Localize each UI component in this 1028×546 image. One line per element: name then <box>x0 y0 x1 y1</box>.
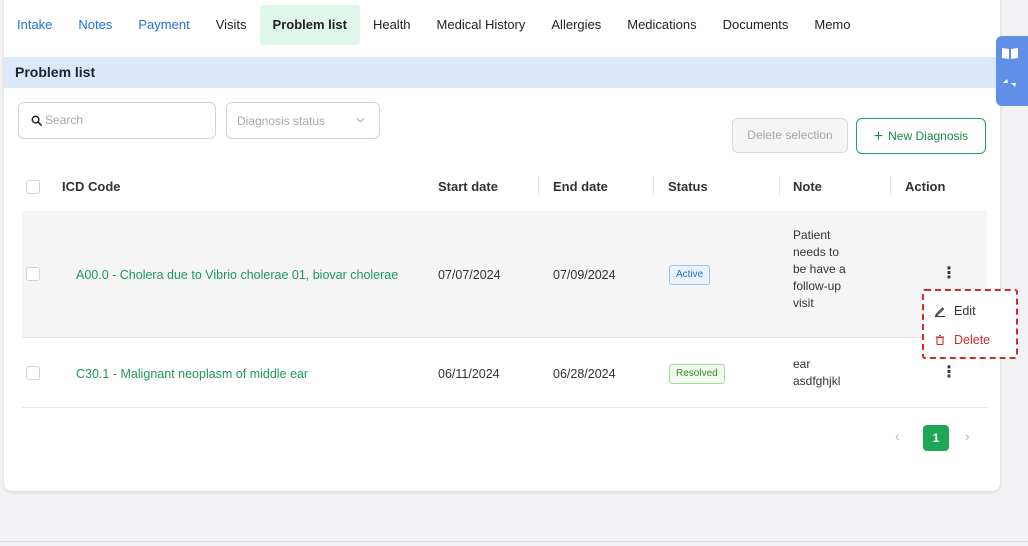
tab-medical-history[interactable]: Medical History <box>424 5 539 45</box>
next-page-button[interactable]: › <box>965 428 970 444</box>
tab-problem-list[interactable]: Problem list <box>259 5 360 45</box>
end-date: 07/09/2024 <box>553 268 616 282</box>
note-line: asdfghjkl <box>793 374 841 388</box>
header-divider <box>890 176 891 196</box>
diagnosis-status-placeholder: Diagnosis status <box>237 114 326 128</box>
note-line: ear <box>793 357 811 371</box>
status-badge: Resolved <box>669 364 725 384</box>
diagnosis-status-select[interactable]: Diagnosis status <box>226 102 380 139</box>
delete-label: Delete <box>954 333 991 347</box>
search-icon <box>31 115 42 126</box>
icd-code-link[interactable]: C30.1 - Malignant neoplasm of middle ear <box>76 367 308 381</box>
tab-notes[interactable]: Notes <box>65 5 125 45</box>
header-start-date: Start date <box>438 179 498 194</box>
book-icon <box>1002 48 1018 59</box>
prev-page-button[interactable]: ‹ <box>895 428 900 444</box>
header-action: Action <box>905 179 946 194</box>
pencil-icon <box>935 307 945 317</box>
note-text: ear asdfghjkl <box>793 356 873 390</box>
row-checkbox[interactable] <box>26 267 40 281</box>
new-diagnosis-button[interactable]: + New Diagnosis <box>856 118 986 154</box>
status-badge: Active <box>669 265 711 285</box>
row-divider <box>22 407 987 408</box>
tab-memo[interactable]: Memo <box>801 5 863 45</box>
header-divider <box>538 176 539 196</box>
header-status: Status <box>668 179 708 194</box>
row-action-menu: Edit Delete <box>922 289 1018 359</box>
end-date: 06/28/2024 <box>553 367 616 381</box>
header-divider <box>779 176 780 196</box>
more-actions-icon[interactable]: ⋮ <box>941 365 957 381</box>
tab-intake[interactable]: Intake <box>4 5 65 45</box>
edit-label: Edit <box>954 304 976 318</box>
tab-payment[interactable]: Payment <box>125 5 202 45</box>
header-icd-code: ICD Code <box>62 179 121 194</box>
note-line: follow-up <box>793 279 842 293</box>
header-divider <box>653 176 654 196</box>
note-line: visit <box>793 296 814 310</box>
trash-icon <box>936 334 944 346</box>
section-title: Problem list <box>4 57 1000 88</box>
search-box[interactable] <box>18 102 216 139</box>
icd-code-link[interactable]: A00.0 - Cholera due to Vibrio cholerae 0… <box>76 268 398 282</box>
edit-menu-item[interactable]: Edit <box>934 304 976 318</box>
note-line: needs to <box>793 245 840 259</box>
plus-icon: + <box>873 128 884 145</box>
more-actions-icon[interactable]: ⋮ <box>941 266 957 282</box>
note-text: Patient needs to be have a follow-up vis… <box>793 227 873 312</box>
new-diagnosis-label: New Diagnosis <box>888 129 969 143</box>
tab-documents[interactable]: Documents <box>710 5 802 45</box>
problem-list-card: Intake Notes Payment Visits Problem list… <box>4 0 1000 491</box>
header-note: Note <box>793 179 822 194</box>
row-divider <box>22 337 987 338</box>
side-help-widget[interactable] <box>996 36 1028 106</box>
tab-allergies[interactable]: Allergies <box>538 5 614 45</box>
page-divider <box>0 541 1028 542</box>
chevron-down-icon <box>356 117 365 123</box>
delete-menu-item[interactable]: Delete <box>934 333 990 347</box>
page-1-button[interactable]: 1 <box>923 425 949 451</box>
note-line: be have a <box>793 262 846 276</box>
patient-tabs: Intake Notes Payment Visits Problem list… <box>4 5 864 45</box>
search-input[interactable] <box>45 107 205 133</box>
select-all-checkbox[interactable] <box>26 180 40 194</box>
header-end-date: End date <box>553 179 608 194</box>
tab-visits[interactable]: Visits <box>203 5 260 45</box>
thumbs-icon <box>1003 79 1016 87</box>
delete-selection-button[interactable]: Delete selection <box>732 118 848 153</box>
start-date: 07/07/2024 <box>438 268 501 282</box>
note-line: Patient <box>793 228 831 242</box>
tab-medications[interactable]: Medications <box>614 5 709 45</box>
row-checkbox[interactable] <box>26 366 40 380</box>
start-date: 06/11/2024 <box>438 367 500 381</box>
tab-health[interactable]: Health <box>360 5 424 45</box>
